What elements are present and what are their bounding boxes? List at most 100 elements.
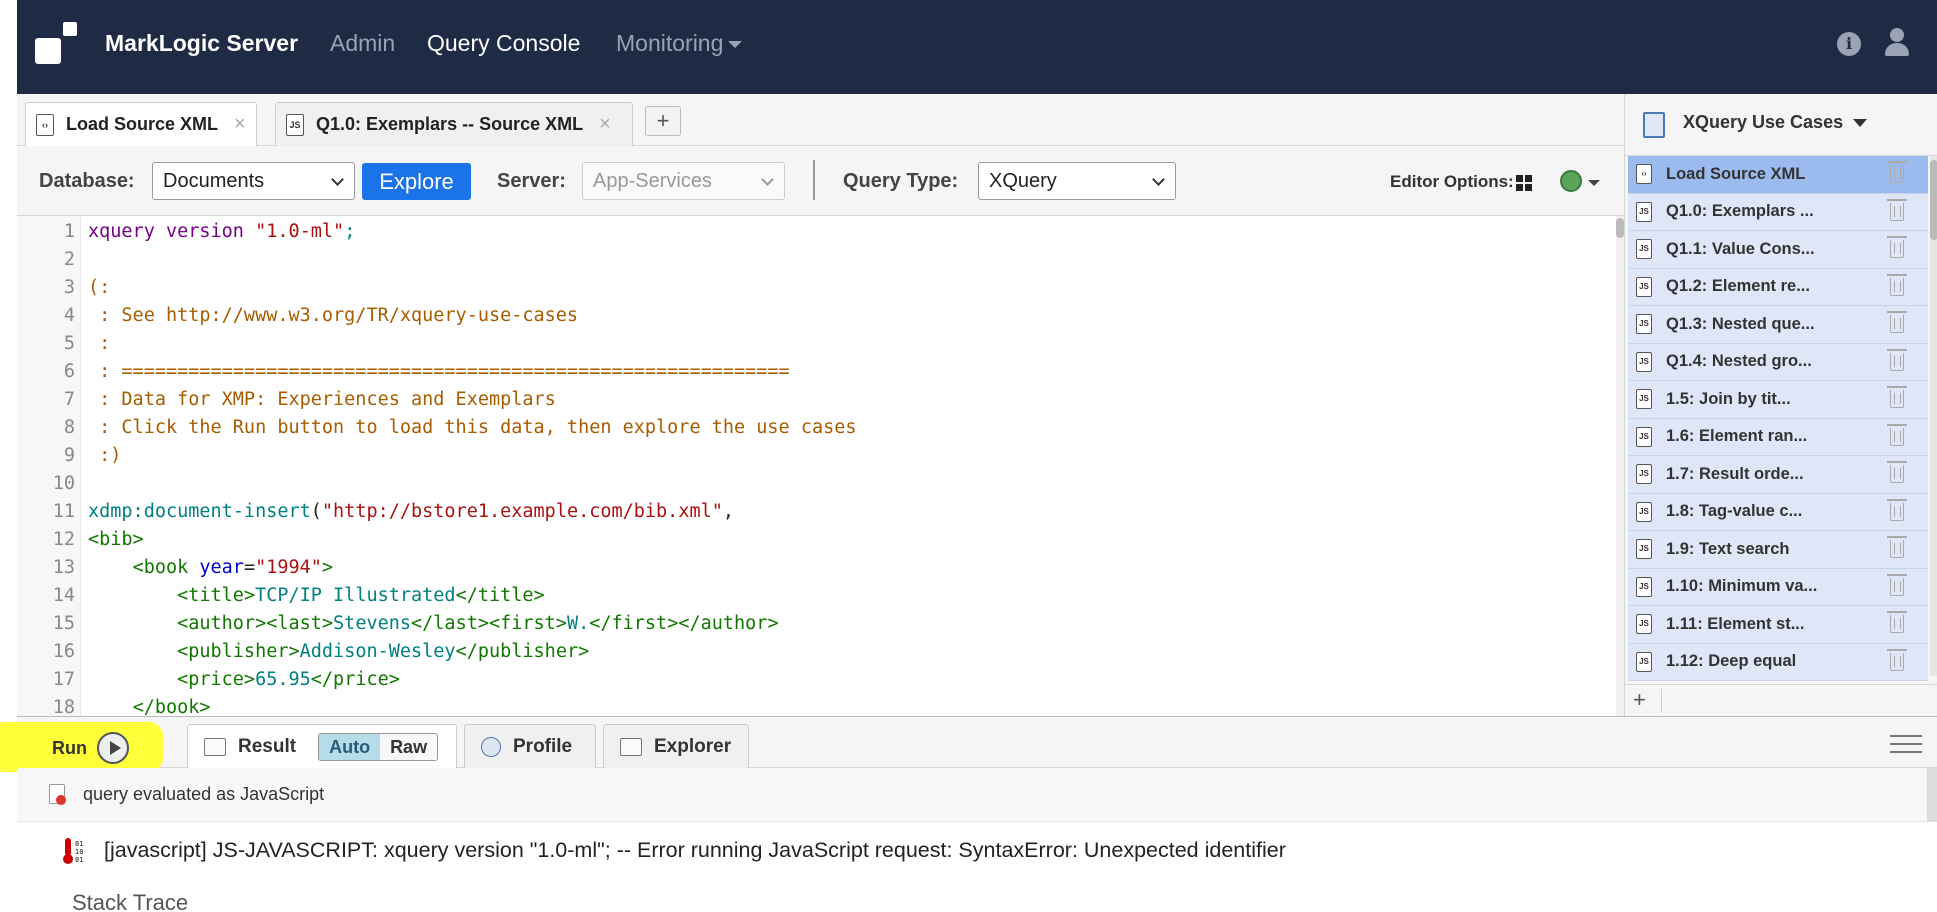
- tab-q1-0-exemplars[interactable]: JS Q1.0: Exemplars -- Source XML ×: [275, 102, 633, 146]
- editor-scrollbar[interactable]: [1616, 216, 1624, 716]
- info-icon[interactable]: i: [1837, 32, 1861, 56]
- query-item[interactable]: JS Q1.1: Value Cons...: [1628, 231, 1928, 269]
- run-button[interactable]: Run: [52, 732, 129, 764]
- tab-profile[interactable]: Profile: [464, 724, 596, 768]
- tab-result-label: Result: [238, 736, 297, 757]
- query-item[interactable]: ‹› Load Source XML: [1628, 156, 1928, 194]
- nav-monitoring-label: Monitoring: [616, 30, 724, 56]
- query-item[interactable]: JS 1.10: Minimum va...: [1628, 568, 1928, 606]
- query-item[interactable]: JS 1.7: Result orde...: [1628, 456, 1928, 494]
- server-select[interactable]: App-Services: [582, 162, 785, 200]
- nav-admin-link[interactable]: Admin: [330, 30, 395, 57]
- nav-monitoring-dropdown[interactable]: Monitoring: [616, 30, 743, 57]
- workspace-scrollbar[interactable]: [1930, 156, 1937, 676]
- chevron-down-icon: [331, 173, 344, 186]
- line-number: 17: [52, 669, 75, 690]
- trash-icon[interactable]: [1887, 311, 1907, 333]
- error-message: [javascript] JS-JAVASCRIPT: xquery versi…: [104, 838, 1286, 862]
- editor-options-button[interactable]: Editor Options:: [1390, 172, 1532, 192]
- workspace-dropdown[interactable]: XQuery Use Cases: [1683, 112, 1868, 133]
- query-item-label: 1.12: Deep equal: [1666, 652, 1797, 671]
- tab-label: Load Source XML: [66, 114, 219, 134]
- trash-icon[interactable]: [1887, 423, 1907, 446]
- raw-toggle[interactable]: Raw: [380, 734, 438, 760]
- tab-result[interactable]: Result Auto Raw: [187, 724, 457, 769]
- trash-icon[interactable]: [1887, 648, 1907, 671]
- history-icon[interactable]: [1560, 170, 1582, 192]
- trash-icon[interactable]: [1887, 611, 1907, 633]
- trash-icon[interactable]: [1887, 273, 1907, 296]
- query-type-select[interactable]: XQuery: [978, 162, 1176, 200]
- trash-icon[interactable]: [1887, 498, 1907, 521]
- trash-icon[interactable]: [1887, 573, 1907, 596]
- tab-load-source-xml[interactable]: ‹› Load Source XML ×: [25, 102, 257, 146]
- error-icon-bit: 01: [75, 856, 84, 864]
- user-icon[interactable]: [1883, 28, 1911, 58]
- code-line: 5 :: [17, 330, 1607, 358]
- trash-icon[interactable]: [1887, 536, 1907, 558]
- brand-title[interactable]: MarkLogic Server: [105, 30, 298, 57]
- marklogic-logo-icon[interactable]: [35, 22, 79, 66]
- tab-explorer[interactable]: Explorer: [603, 724, 749, 768]
- code-editor[interactable]: 1 xquery version "1.0-ml"; 2 3 (: 4 : See …: [17, 216, 1616, 716]
- javascript-file-icon: JS: [1636, 539, 1652, 560]
- line-number: 10: [52, 473, 75, 494]
- status-text: query evaluated as JavaScript: [83, 784, 325, 804]
- line-number: 3: [63, 277, 75, 298]
- code-line: 16 <publisher>Addison-Wesley</publisher>: [17, 638, 1607, 666]
- javascript-file-icon: JS: [1636, 276, 1652, 297]
- javascript-file-icon: JS: [286, 113, 304, 136]
- code-line: 1 xquery version "1.0-ml";: [17, 218, 1607, 246]
- play-icon: [97, 732, 129, 764]
- trash-icon[interactable]: [1887, 198, 1907, 221]
- query-item[interactable]: JS 1.8: Tag-value c...: [1628, 493, 1928, 531]
- javascript-file-icon: JS: [1636, 614, 1652, 635]
- trash-icon[interactable]: [1887, 236, 1907, 258]
- line-number: 7: [63, 389, 75, 410]
- line-number: 12: [52, 529, 75, 550]
- close-icon[interactable]: ×: [599, 113, 611, 136]
- query-item-label: Q1.4: Nested gro...: [1666, 352, 1812, 371]
- query-item[interactable]: JS 1.9: Text search: [1628, 531, 1928, 569]
- query-item[interactable]: JS 1.5: Join by tit...: [1628, 381, 1928, 419]
- caret-down-icon[interactable]: [1588, 180, 1600, 186]
- query-item[interactable]: JS 1.11: Element st...: [1628, 606, 1928, 644]
- query-item[interactable]: JS Q1.3: Nested que...: [1628, 306, 1928, 344]
- line-number: 16: [52, 641, 75, 662]
- trash-icon[interactable]: [1887, 386, 1907, 408]
- add-query-button[interactable]: +: [1633, 687, 1646, 713]
- close-icon[interactable]: ×: [234, 113, 246, 136]
- query-item[interactable]: JS 1.12: Deep equal: [1628, 643, 1928, 681]
- explore-button[interactable]: Explore: [362, 163, 471, 200]
- query-item[interactable]: JS Q1.0: Exemplars ...: [1628, 193, 1928, 231]
- code-line: 7 : Data for XMP: Experiences and Exempl…: [17, 386, 1607, 414]
- tab-profile-label: Profile: [513, 735, 573, 757]
- trash-icon[interactable]: [1887, 461, 1907, 483]
- trash-icon[interactable]: [1887, 348, 1907, 371]
- window-icon: [204, 738, 226, 756]
- code-line: 13 <book year="1994">: [17, 554, 1607, 582]
- database-select[interactable]: Documents: [152, 162, 355, 200]
- query-item-label: Q1.1: Value Cons...: [1666, 239, 1815, 258]
- workspace-header: XQuery Use Cases: [1625, 94, 1937, 156]
- auto-raw-toggle[interactable]: Auto Raw: [318, 733, 439, 761]
- error-icon-bit: 01: [75, 840, 84, 848]
- results-scrollbar[interactable]: [1927, 768, 1937, 822]
- javascript-error-icon: [49, 784, 66, 805]
- javascript-file-icon: JS: [1636, 464, 1652, 485]
- query-item[interactable]: JS Q1.2: Element re...: [1628, 268, 1928, 306]
- nav-query-console-link[interactable]: Query Console: [427, 30, 580, 57]
- javascript-file-icon: JS: [1636, 426, 1652, 447]
- grid-icon: [1515, 174, 1532, 191]
- query-item-label: 1.8: Tag-value c...: [1666, 502, 1803, 521]
- query-item[interactable]: JS 1.6: Element ran...: [1628, 418, 1928, 456]
- line-number: 2: [63, 249, 75, 270]
- query-item[interactable]: JS Q1.4: Nested gro...: [1628, 343, 1928, 381]
- auto-toggle[interactable]: Auto: [319, 734, 381, 760]
- line-number: 4: [63, 305, 75, 326]
- hamburger-menu-icon[interactable]: [1890, 735, 1922, 753]
- line-number: 8: [63, 417, 75, 438]
- add-tab-button[interactable]: +: [645, 106, 681, 136]
- results-pane: query evaluated as JavaScript 01 10 01 [ja…: [17, 768, 1937, 912]
- trash-icon[interactable]: [1887, 161, 1907, 183]
